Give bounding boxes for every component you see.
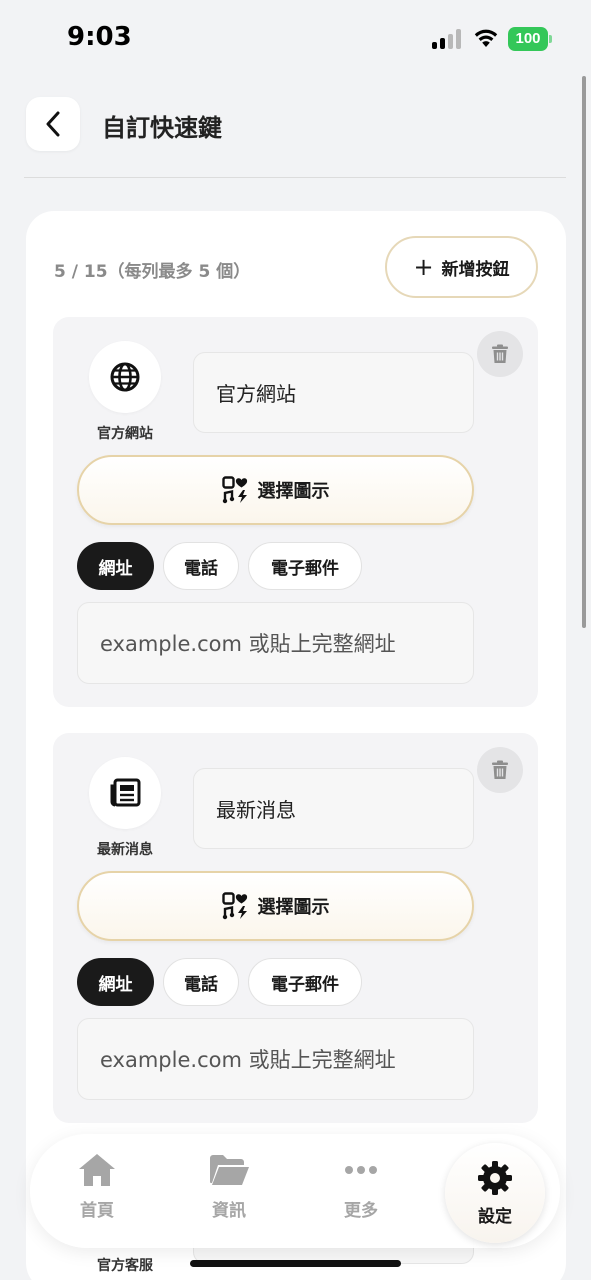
status-time: 9:03: [67, 22, 132, 52]
back-button[interactable]: [26, 97, 80, 151]
tab-bar: 首頁 資訊 更多 設定: [30, 1134, 560, 1248]
choose-icon-label: 選擇圖示: [257, 897, 330, 918]
folder-icon: [210, 1155, 249, 1185]
home-icon: [79, 1154, 115, 1186]
wifi-icon: [473, 26, 499, 48]
tab-home[interactable]: 首頁: [57, 1152, 137, 1232]
home-indicator: [190, 1260, 401, 1267]
tab-settings[interactable]: 設定: [445, 1143, 545, 1243]
shortcut-name-input[interactable]: 官方網站: [193, 352, 474, 433]
tab-more[interactable]: 更多: [321, 1152, 401, 1232]
delete-button[interactable]: [477, 747, 523, 793]
gear-icon: [478, 1160, 512, 1195]
chip-url[interactable]: 網址: [77, 958, 154, 1006]
choose-icon-label: 選擇圖示: [257, 481, 330, 502]
trash-icon: [492, 760, 508, 779]
newspaper-icon: [110, 778, 141, 807]
icon-picker-icon: [221, 892, 247, 920]
battery-icon: 100: [508, 27, 552, 51]
chevron-left-icon: [46, 111, 60, 137]
header-divider: [24, 177, 566, 178]
chip-email[interactable]: 電子郵件: [248, 542, 362, 590]
shortcut-count: 5 / 15（每列最多 5 個）: [54, 262, 251, 282]
icon-picker-icon: [221, 476, 247, 504]
chip-phone[interactable]: 電話: [163, 958, 239, 1006]
chip-email[interactable]: 電子郵件: [248, 958, 362, 1006]
icon-caption: 官方客服: [97, 1258, 153, 1274]
choose-icon-button[interactable]: 選擇圖示: [77, 871, 474, 941]
add-button[interactable]: + 新增按鈕: [385, 236, 538, 298]
status-bar: 9:03 100: [0, 0, 591, 70]
url-input[interactable]: example.com 或貼上完整網址: [77, 1018, 474, 1100]
tab-info[interactable]: 資訊: [189, 1152, 269, 1232]
chip-url[interactable]: 網址: [77, 542, 154, 590]
icon-caption: 最新消息: [97, 842, 153, 858]
globe-icon: [110, 362, 140, 392]
delete-button[interactable]: [477, 331, 523, 377]
choose-icon-button[interactable]: 選擇圖示: [77, 455, 474, 525]
shortcut-icon-preview[interactable]: [89, 341, 161, 413]
cellular-signal-icon: [432, 29, 464, 49]
scrollbar[interactable]: [582, 76, 586, 628]
shortcut-name-input[interactable]: 最新消息: [193, 768, 474, 849]
tab-info-label: 資訊: [212, 1201, 246, 1221]
add-button-label: 新增按鈕: [441, 259, 510, 280]
icon-caption: 官方網站: [97, 426, 153, 442]
tab-settings-label: 設定: [478, 1206, 512, 1227]
page-title: 自訂快速鍵: [102, 114, 222, 142]
shortcut-icon-preview[interactable]: [89, 757, 161, 829]
tab-more-label: 更多: [344, 1201, 378, 1221]
shortcut-card: 最新消息 最新消息 選擇圖示 網址 電話 電子郵件 example.com 或貼…: [53, 733, 538, 1123]
plus-icon: +: [413, 253, 434, 281]
battery-level: 100: [508, 27, 548, 51]
tab-home-label: 首頁: [80, 1201, 114, 1221]
chip-phone[interactable]: 電話: [163, 542, 239, 590]
trash-icon: [492, 344, 508, 363]
more-icon: [345, 1166, 377, 1174]
url-input[interactable]: example.com 或貼上完整網址: [77, 602, 474, 684]
shortcut-card: 官方網站 官方網站 選擇圖示 網址 電話 電子郵件 example.com 或貼…: [53, 317, 538, 707]
